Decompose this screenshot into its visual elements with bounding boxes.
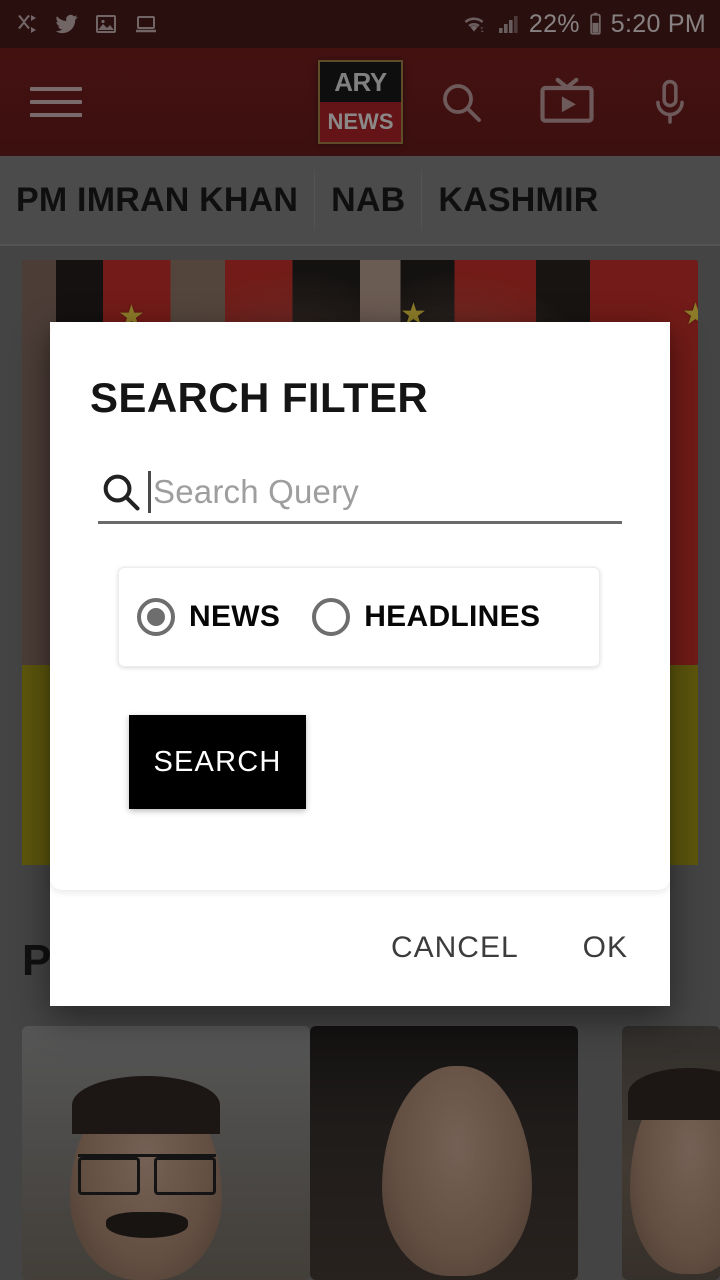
search-input-row[interactable]: Search Query: [98, 462, 622, 524]
radio-option-headlines[interactable]: HEADLINES: [312, 598, 540, 636]
ok-button[interactable]: OK: [583, 931, 628, 965]
radio-button-news[interactable]: [137, 598, 175, 636]
search-filter-dialog: SEARCH FILTER Search Query NEWS HEADLINE…: [50, 322, 670, 1006]
radio-button-headlines[interactable]: [312, 598, 351, 636]
text-cursor: [148, 470, 151, 513]
radio-option-news[interactable]: NEWS: [137, 598, 280, 636]
radio-label-headlines: HEADLINES: [364, 600, 541, 633]
search-submit-button[interactable]: SEARCH: [129, 715, 306, 809]
search-type-card: NEWS HEADLINES: [118, 567, 600, 667]
dialog-footer: CANCEL OK: [50, 890, 670, 1006]
search-icon: [103, 474, 140, 510]
radio-label-news: NEWS: [189, 600, 281, 633]
cancel-button[interactable]: CANCEL: [391, 931, 519, 965]
search-filter-panel: SEARCH FILTER Search Query NEWS HEADLINE…: [50, 322, 670, 890]
search-input-placeholder: Search Query: [153, 472, 359, 510]
dialog-title: SEARCH FILTER: [90, 374, 429, 421]
